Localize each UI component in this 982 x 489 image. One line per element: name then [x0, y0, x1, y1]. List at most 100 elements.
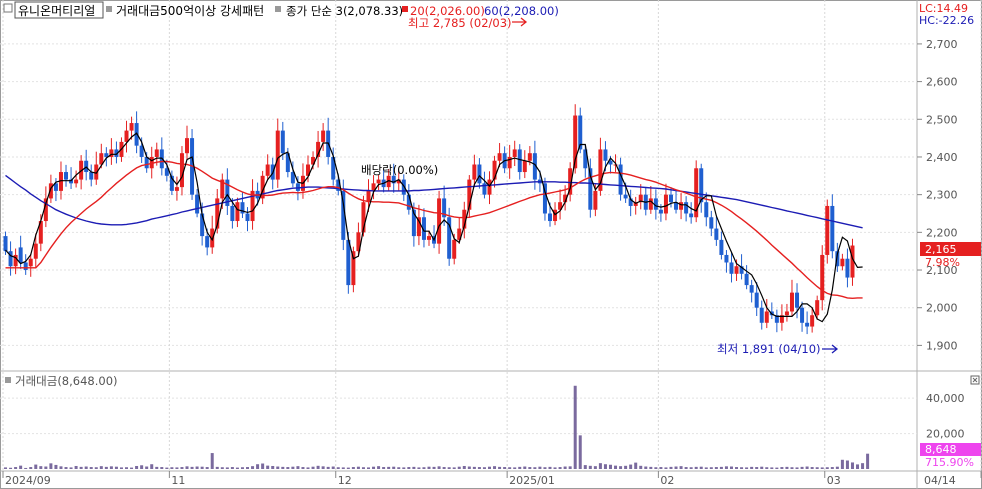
price-tick-label: 2,000	[926, 302, 958, 315]
volume-bar	[856, 464, 860, 469]
volume-bar	[261, 463, 265, 469]
volume-bar	[830, 467, 834, 469]
volume-bar	[588, 465, 592, 469]
volume-bar	[387, 466, 391, 469]
volume-bar	[840, 459, 844, 469]
current-price-change: 7.98%	[925, 256, 960, 269]
candle-body	[840, 258, 845, 267]
candle-body	[749, 285, 754, 293]
volume-bar	[548, 466, 552, 469]
date-tick-label: 11	[171, 474, 185, 487]
volume-bar	[608, 464, 612, 469]
candle-body	[719, 239, 724, 255]
volume-bar	[165, 467, 169, 469]
volume-bar	[729, 466, 733, 469]
candle-body	[784, 311, 789, 316]
volume-bar	[346, 467, 350, 469]
volume-bar	[619, 466, 623, 469]
volume-bar	[291, 466, 295, 469]
volume-bar	[145, 466, 149, 469]
volume-bar	[644, 466, 648, 469]
candle-body	[679, 202, 684, 210]
volume-bar	[674, 466, 678, 469]
volume-bar	[160, 467, 164, 469]
volume-bar	[246, 467, 250, 469]
ma20-marker-icon	[402, 6, 408, 12]
volume-tick-label: 40,000	[926, 392, 965, 405]
volume-title[interactable]: 거래대금(8,648.00)	[15, 374, 118, 388]
candle-body	[89, 172, 94, 180]
volume-bar	[614, 465, 618, 469]
legend-checkbox-icon[interactable]	[3, 3, 13, 13]
volume-bar	[326, 466, 330, 469]
volume-bar	[477, 467, 481, 469]
price-tick-label: 2,600	[926, 76, 958, 89]
volume-bar	[19, 465, 23, 469]
candle-body	[527, 153, 532, 161]
study-label[interactable]: 거래대금500억이상 강세패턴	[116, 4, 264, 18]
volume-bar	[457, 466, 461, 469]
volume-bar	[230, 467, 234, 469]
volume-badge-change: 715.90%	[925, 456, 974, 469]
candle-body	[487, 179, 492, 195]
candle-body	[658, 209, 663, 214]
volume-bar	[336, 467, 340, 469]
candle-body	[28, 258, 33, 267]
ma3-marker-icon	[275, 6, 281, 12]
price-tick-label: 2,200	[926, 226, 958, 239]
candle-body	[684, 202, 689, 214]
candle-body	[648, 198, 653, 210]
date-tick-label: 03	[827, 474, 841, 487]
volume-bar	[442, 467, 446, 469]
volume-bar	[487, 466, 491, 469]
candle-body	[472, 164, 477, 180]
volume-bar	[629, 464, 633, 469]
dividend-annotation: 배당락(0.00%)	[361, 163, 438, 177]
candle-body	[124, 130, 129, 142]
volume-bar	[785, 466, 789, 469]
candle-body	[825, 205, 830, 255]
candle-body	[764, 311, 769, 323]
ma3-label[interactable]: 종가 단순 3(2,078.33)	[286, 4, 403, 18]
volume-bar	[724, 466, 728, 469]
volume-bar	[740, 467, 744, 469]
volume-bar	[94, 467, 98, 469]
volume-bar	[361, 467, 365, 469]
volume-bar	[29, 467, 33, 469]
volume-bar	[639, 465, 643, 469]
date-tick-label: 2025/01	[509, 474, 555, 487]
volume-bar	[130, 467, 134, 469]
hc-label: HC:-22.26	[919, 14, 974, 27]
volume-bar	[185, 466, 189, 469]
volume-bar	[155, 466, 159, 469]
date-tick-label: 02	[660, 474, 674, 487]
volume-bar	[780, 467, 784, 469]
volume-bar	[321, 466, 325, 469]
volume-bar	[598, 463, 602, 469]
volume-bar	[568, 466, 572, 469]
candle-body	[33, 243, 38, 259]
volume-bar	[518, 466, 522, 469]
candle-body	[205, 236, 210, 248]
volume-bar	[467, 466, 471, 469]
candle-body	[437, 198, 442, 244]
candle-body	[18, 247, 23, 263]
volume-bar	[528, 467, 532, 469]
candle-body	[477, 164, 482, 184]
candle-body	[810, 315, 815, 327]
volume-bar	[351, 467, 355, 469]
volume-bar	[397, 467, 401, 469]
volume-bar	[175, 467, 179, 469]
candle-body	[800, 307, 805, 323]
candle-body	[820, 254, 825, 301]
candle-body	[709, 217, 714, 229]
volume-bar	[699, 466, 703, 469]
volume-bar	[704, 467, 708, 469]
volume-bar	[815, 467, 819, 469]
volume-bar	[84, 466, 88, 469]
candle-body	[759, 307, 764, 323]
volume-bar	[735, 467, 739, 469]
candle-body	[830, 205, 835, 252]
candle-body	[265, 164, 270, 176]
volume-bar	[603, 464, 607, 469]
